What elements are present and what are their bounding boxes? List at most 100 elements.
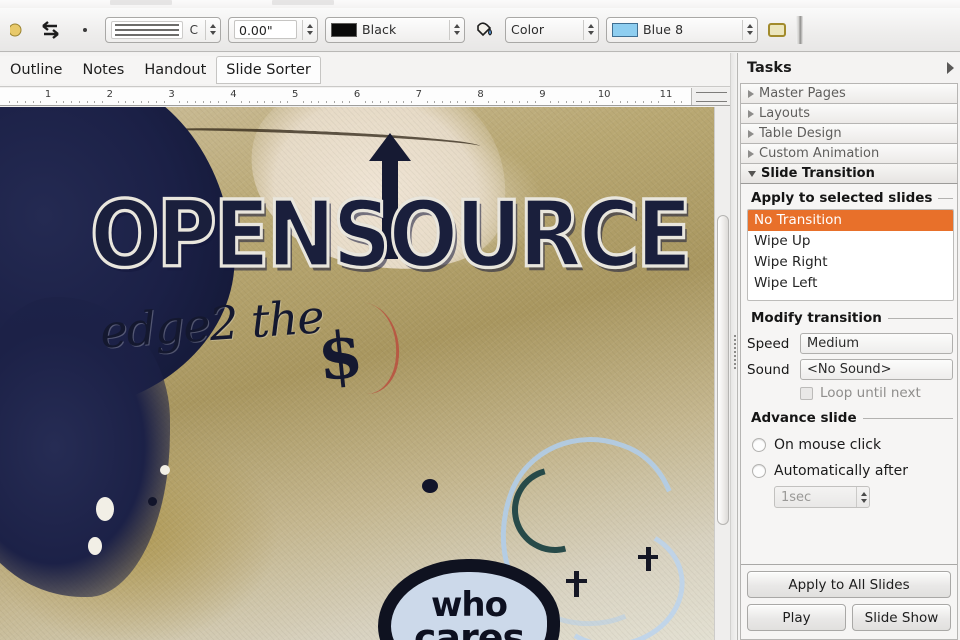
- ruler-tick: [550, 101, 552, 103]
- tasks-accordion[interactable]: Master Pages Layouts Table Design Custom…: [738, 83, 960, 183]
- fill-style-value: Color: [511, 22, 545, 37]
- advance-slide-options: On mouse click Automatically after 1sec: [741, 429, 957, 508]
- paint-dot-1: [422, 479, 438, 493]
- loop-until-next-row[interactable]: Loop until next: [747, 385, 953, 401]
- slide-transition-pane: Apply to selected slides No Transition W…: [740, 183, 958, 640]
- apply-to-all-slides-button[interactable]: Apply to All Slides: [747, 571, 951, 598]
- line-width-field[interactable]: 0.00": [228, 16, 318, 43]
- tab-handout[interactable]: Handout: [134, 55, 217, 84]
- line-width-spinner[interactable]: [302, 19, 313, 40]
- line-color-spinner[interactable]: [449, 19, 460, 40]
- accordion-custom-animation[interactable]: Custom Animation: [740, 143, 958, 163]
- accordion-slide-transition[interactable]: Slide Transition: [740, 163, 958, 183]
- ruler-tick: [194, 101, 196, 103]
- automatically-after-radio[interactable]: [752, 464, 766, 478]
- transition-item-wipe-up[interactable]: Wipe Up: [748, 231, 953, 252]
- splitter-grip[interactable]: [734, 335, 736, 369]
- transition-item-wipe-right[interactable]: Wipe Right: [748, 252, 953, 273]
- arrow-style-icon[interactable]: [39, 17, 65, 43]
- fill-style-combo[interactable]: Color: [505, 16, 599, 43]
- ruler-number: 2: [106, 89, 113, 100]
- ruler-number: 1: [44, 89, 52, 100]
- auto-advance-spinner[interactable]: [856, 487, 867, 507]
- tab-slide-sorter[interactable]: Slide Sorter: [216, 55, 321, 84]
- sound-select[interactable]: <No Sound>: [800, 359, 953, 380]
- ruler-tick: [248, 101, 250, 103]
- toolbar-drag-handle[interactable]: [796, 15, 803, 44]
- ruler-tick: [264, 101, 266, 103]
- ruler-tick: [71, 101, 73, 103]
- scrollbar-thumb[interactable]: [717, 215, 729, 525]
- accordion-master-pages[interactable]: Master Pages: [740, 83, 958, 103]
- ruler-tick: [488, 101, 490, 103]
- automatically-after-row[interactable]: Automatically after: [747, 458, 953, 484]
- line-style-preview: [111, 20, 183, 39]
- chevron-right-icon: [748, 109, 754, 118]
- speed-select[interactable]: Medium: [800, 333, 953, 354]
- ruler-tick: [434, 101, 436, 103]
- ruler-tick: [287, 101, 289, 103]
- speed-label: Speed: [747, 335, 790, 352]
- ruler-tick: [387, 101, 389, 103]
- slide-image-graffiti[interactable]: OPENSOURCE edge2 the $ who cares: [0, 107, 714, 640]
- slide-canvas[interactable]: OPENSOURCE edge2 the $ who cares: [0, 107, 714, 640]
- transition-item-wipe-left[interactable]: Wipe Left: [748, 273, 953, 294]
- ruler-tick: [619, 101, 621, 103]
- cross-mark-2a: [646, 547, 651, 571]
- tab-notes[interactable]: Notes: [72, 55, 135, 84]
- ruler-tick: [511, 101, 513, 103]
- ruler-tick: [78, 101, 80, 103]
- ruler-tick: [449, 101, 451, 103]
- slide-show-button[interactable]: Slide Show: [852, 604, 951, 631]
- tab-outline[interactable]: Outline: [0, 55, 73, 84]
- chevron-right-icon[interactable]: [947, 62, 954, 74]
- paint-can-icon[interactable]: [472, 17, 498, 43]
- panel-splitter[interactable]: [730, 53, 738, 640]
- ruler-tick: [588, 101, 590, 103]
- ruler-tick: [658, 101, 660, 103]
- line-color-swatch: [331, 22, 357, 37]
- dot-icon[interactable]: [72, 17, 98, 43]
- play-button[interactable]: Play: [747, 604, 846, 631]
- loop-until-next-checkbox[interactable]: [800, 386, 813, 400]
- ruler-tick: [573, 101, 575, 103]
- line-style-spinner[interactable]: [205, 19, 216, 40]
- ruler-tick: [86, 101, 88, 103]
- ruler-tick: [40, 101, 42, 103]
- ruler-tick: [681, 101, 683, 103]
- group-rule: [887, 317, 953, 319]
- on-mouse-click-radio[interactable]: [752, 438, 766, 452]
- partial-icon[interactable]: [6, 17, 32, 43]
- line-color-combo[interactable]: Black: [325, 16, 465, 43]
- ruler-tick: [635, 101, 637, 103]
- line-width-value[interactable]: 0.00": [234, 20, 297, 39]
- gallery-icon[interactable]: [765, 19, 789, 41]
- ruler-number: 9: [539, 89, 546, 100]
- ruler-number: 3: [168, 89, 175, 100]
- auto-advance-seconds-stepper[interactable]: 1sec: [774, 486, 870, 508]
- transition-list[interactable]: No Transition Wipe Up Wipe Right Wipe Le…: [747, 209, 954, 301]
- line-and-fill-toolbar[interactable]: C 0.00" Black Color Blue 8: [0, 8, 960, 52]
- fill-color-spinner[interactable]: [742, 19, 753, 40]
- canvas-vertical-scrollbar[interactable]: [714, 107, 730, 640]
- fill-style-spinner[interactable]: [583, 19, 594, 40]
- accordion-layouts[interactable]: Layouts: [740, 103, 958, 123]
- ruler-tick: [380, 101, 382, 103]
- auto-advance-seconds-value: 1sec: [781, 489, 812, 505]
- accordion-table-design[interactable]: Table Design: [740, 123, 958, 143]
- fill-color-combo[interactable]: Blue 8: [606, 16, 758, 43]
- ruler-tick: [256, 101, 258, 103]
- ruler-tick: [333, 101, 335, 103]
- ruler-tick: [349, 101, 351, 103]
- tasks-panel: Tasks Master Pages Layouts Table Design …: [738, 53, 960, 640]
- view-tab-bar[interactable]: Outline Notes Handout Slide Sorter: [0, 53, 737, 87]
- transition-item-no-transition[interactable]: No Transition: [748, 210, 953, 231]
- ruler-number: 7: [415, 89, 422, 100]
- line-style-combo[interactable]: C: [105, 16, 221, 43]
- sound-row: Sound <No Sound>: [747, 359, 953, 380]
- chevron-right-icon: [748, 149, 754, 158]
- horizontal-ruler[interactable]: 1 2 3 4 5 6 7 8 9 10 11: [0, 88, 737, 106]
- paint-dot-2: [148, 497, 157, 506]
- on-mouse-click-row[interactable]: On mouse click: [747, 432, 953, 458]
- ruler-number: 11: [659, 89, 673, 100]
